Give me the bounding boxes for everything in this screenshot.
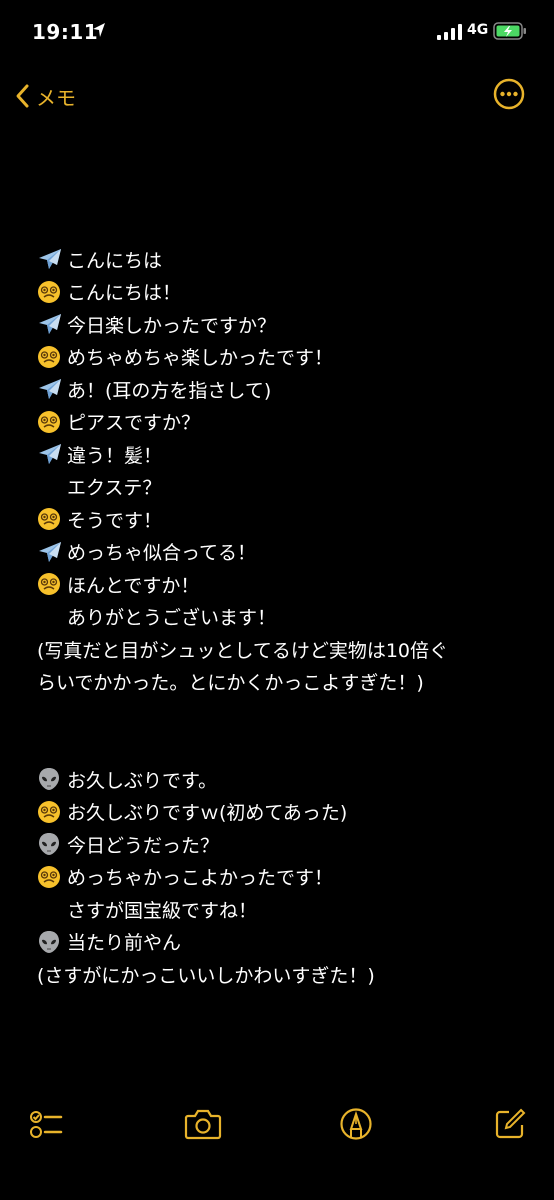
note-line-text: そうです！ xyxy=(67,509,163,532)
note-line: ほんとですか！ xyxy=(37,568,527,601)
note-line-text: さすが国宝級ですね！ xyxy=(67,899,258,922)
note-body[interactable]: こんにちはこんにちは！ 今日楽しかったですか？ めちゃめちゃ楽しかったです！ あ！(耳… xyxy=(37,243,527,991)
bottom-toolbar xyxy=(0,1100,554,1150)
note-line: こんにちは！ xyxy=(37,276,527,309)
dizzy-face-icon xyxy=(38,280,60,303)
note-line-text: ほんとですか！ xyxy=(67,574,200,597)
dizzy-face-icon xyxy=(38,508,60,531)
status-time: 19:11 xyxy=(32,20,99,44)
markup-button[interactable] xyxy=(336,1100,376,1148)
note-line-text: めちゃめちゃ楽しかったです！ xyxy=(67,347,334,370)
ellipsis-circle-icon[interactable] xyxy=(493,78,525,110)
note-line-text: らいでかかった。とにかくかっこよすぎた！) xyxy=(37,672,424,695)
signal-bars-icon xyxy=(437,24,462,40)
note-line: お久しぶりですｗ(初めてあった) xyxy=(37,796,527,829)
battery-charging-icon xyxy=(493,22,526,40)
note-line-text: 今日楽しかったですか？ xyxy=(67,314,277,337)
note-line-text: ピアスですか？ xyxy=(67,412,201,435)
airplane-icon xyxy=(39,379,61,400)
dizzy-face-icon xyxy=(37,507,67,531)
note-line: あ！(耳の方を指さして) xyxy=(37,373,527,406)
note-line-text: 当たり前やん xyxy=(67,932,182,955)
dizzy-face-icon xyxy=(37,572,67,596)
note-line xyxy=(37,698,527,731)
note-line: (写真だと目がシュッとしてるけど実物は10倍ぐ xyxy=(37,633,527,666)
note-line: 今日楽しかったですか？ xyxy=(37,308,527,341)
airplane-icon xyxy=(39,541,61,562)
dizzy-face-icon xyxy=(37,410,67,434)
note-line: さすが国宝級ですね！ xyxy=(37,893,527,926)
note-line-text: (さすがにかっこいいしかわいすぎた！) xyxy=(37,964,375,987)
note-line: ありがとうございます！ xyxy=(37,601,527,634)
note-line-text: ありがとうございます！ xyxy=(67,607,277,630)
note-line: エクステ？ xyxy=(37,471,527,504)
checklist-button[interactable] xyxy=(26,1100,66,1148)
note-line: 違う！髪！ xyxy=(37,438,527,471)
note-line-text: エクステ？ xyxy=(67,477,162,500)
dizzy-face-icon xyxy=(38,345,60,368)
airplane-icon xyxy=(39,249,61,270)
note-line-text: お久しぶりです。 xyxy=(67,769,218,792)
note-line-text: お久しぶりですｗ(初めてあった) xyxy=(67,802,348,825)
note-line: らいでかかった。とにかくかっこよすぎた！) xyxy=(37,666,527,699)
note-line-text: めっちゃかっこよかったです！ xyxy=(67,867,334,890)
alien-icon xyxy=(37,767,67,791)
airplane-icon xyxy=(39,444,61,465)
dizzy-face-icon xyxy=(38,800,60,823)
dizzy-face-icon xyxy=(38,573,60,596)
note-line-text: こんにちは xyxy=(67,249,163,272)
status-bar: 19:11 4G xyxy=(0,0,554,64)
note-line: こんにちは xyxy=(37,243,527,276)
location-arrow-icon xyxy=(93,23,105,37)
note-line-text: あ！(耳の方を指さして) xyxy=(67,379,272,402)
back-label: メモ xyxy=(36,85,76,110)
alien-icon xyxy=(39,930,59,953)
note-line: めっちゃかっこよかったです！ xyxy=(37,861,527,894)
dizzy-face-icon xyxy=(37,800,67,824)
note-line: 今日どうだった？ xyxy=(37,828,527,861)
note-line-text: 違う！髪！ xyxy=(67,444,163,467)
airplane-icon xyxy=(39,314,61,335)
note-line: めちゃめちゃ楽しかったです！ xyxy=(37,341,527,374)
checklist-icon xyxy=(30,1111,63,1138)
dizzy-face-icon xyxy=(37,345,67,369)
note-line: 当たり前やん xyxy=(37,926,527,959)
chevron-left-icon xyxy=(16,84,29,108)
note-line: (さすがにかっこいいしかわいすぎた！) xyxy=(37,958,527,991)
alien-icon xyxy=(39,833,59,856)
compose-button[interactable] xyxy=(490,1100,530,1148)
compose-icon xyxy=(495,1108,526,1139)
camera-icon xyxy=(184,1109,222,1140)
dizzy-face-icon xyxy=(37,280,67,304)
camera-button[interactable] xyxy=(183,1100,223,1148)
alien-icon xyxy=(37,930,67,954)
note-line: ピアスですか？ xyxy=(37,406,527,439)
note-line-text: めっちゃ似合ってる！ xyxy=(67,542,257,565)
note-line-text: 今日どうだった？ xyxy=(67,834,220,857)
dizzy-face-icon xyxy=(38,410,60,433)
note-line: そうです！ xyxy=(37,503,527,536)
note-line xyxy=(37,731,527,764)
alien-icon xyxy=(37,832,67,856)
airplane-icon xyxy=(37,540,67,564)
nav-bar: メモ xyxy=(0,72,554,120)
network-type: 4G xyxy=(467,22,489,38)
note-line-text: こんにちは！ xyxy=(67,282,182,305)
airplane-icon xyxy=(37,247,67,271)
airplane-icon xyxy=(37,312,67,336)
note-line: お久しぶりです。 xyxy=(37,763,527,796)
markup-pen-icon xyxy=(340,1108,372,1140)
airplane-icon xyxy=(37,442,67,466)
dizzy-face-icon xyxy=(38,865,60,888)
note-line-text: (写真だと目がシュッとしてるけど実物は10倍ぐ xyxy=(37,639,449,662)
alien-icon xyxy=(39,768,59,791)
note-line: めっちゃ似合ってる！ xyxy=(37,536,527,569)
back-button[interactable]: メモ xyxy=(14,78,76,114)
airplane-icon xyxy=(37,377,67,401)
dizzy-face-icon xyxy=(37,865,67,889)
